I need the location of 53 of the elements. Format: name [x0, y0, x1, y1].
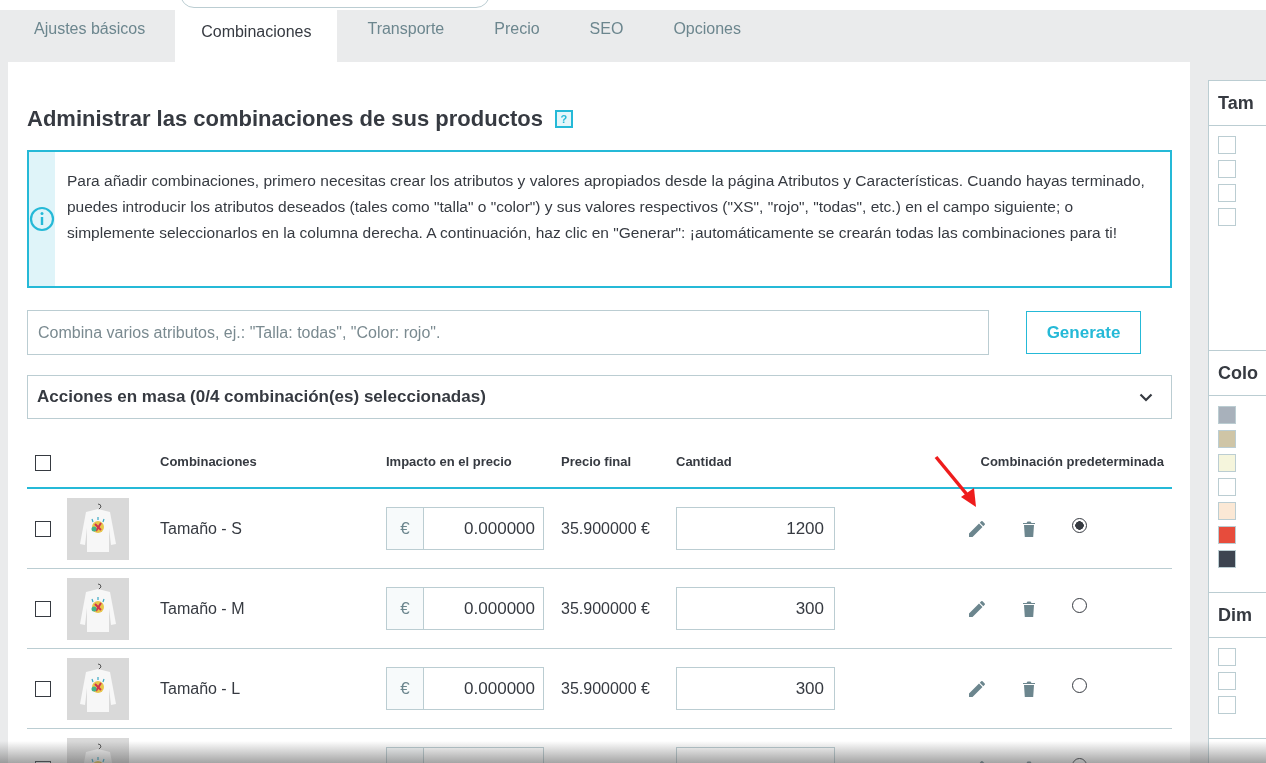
attribute-checkbox[interactable]	[1218, 136, 1236, 154]
quantity-field[interactable]: 300	[676, 667, 835, 710]
info-text: Para añadir combinaciones, primero necesitas crear los atributos y valores apropiados desde la página Atributos y Características. Cuando hayas terminado, puedes introducir los atributos deseados (tales como "talla" o "color") y sus valores respectivos ("XS", "rojo", "todas", etc.) en el campo siguiente; o simplemente seleccionarlos en la columna derecha. A continuación, haz clic en "Generar": ¡automáticamente se crearán todas las combinaciones para ti!	[66, 171, 1146, 243]
bulk-actions-dropdown[interactable]: Acciones en masa (0/4 combinación(es) seleccionadas)	[27, 375, 1172, 419]
quantity-field[interactable]: 300	[676, 587, 835, 630]
attribute-checkbox[interactable]	[1218, 648, 1236, 666]
attribute-group-title: Dim	[1218, 604, 1252, 626]
row-checkbox[interactable]	[35, 680, 51, 697]
color-swatch[interactable]	[1218, 550, 1236, 568]
row-checkbox[interactable]	[35, 600, 51, 617]
select-all-checkbox[interactable]	[35, 455, 51, 471]
attribute-checkbox[interactable]	[1218, 160, 1236, 178]
trash-icon[interactable]	[1022, 599, 1036, 618]
color-swatch[interactable]	[1218, 502, 1236, 520]
price-impact-field[interactable]: € 0.000000	[386, 507, 544, 550]
row-checkbox[interactable]	[35, 520, 51, 537]
edit-icon[interactable]	[968, 599, 986, 618]
edit-icon[interactable]	[968, 679, 986, 698]
combination-name: Tamaño - M	[160, 599, 245, 617]
final-price: 35.900000 €	[561, 679, 650, 697]
final-price: 35.900000 €	[561, 519, 650, 537]
color-swatch[interactable]	[1218, 478, 1236, 496]
color-swatch[interactable]	[1218, 430, 1236, 448]
attribute-checkbox[interactable]	[1218, 696, 1236, 714]
bulk-actions-label: Acciones en masa (0/4 combinación(es) seleccionadas)	[37, 387, 486, 407]
default-radio[interactable]	[1072, 678, 1087, 693]
column-header: Combinación predeterminada	[980, 453, 1164, 469]
trash-icon[interactable]	[1022, 519, 1036, 538]
color-swatch[interactable]	[1218, 406, 1236, 424]
column-header: Precio final	[561, 453, 632, 469]
price-impact-field[interactable]: € 0.000000	[386, 667, 544, 710]
column-header: Combinaciones	[160, 453, 257, 469]
trash-icon[interactable]	[1022, 679, 1036, 698]
combination-name: Tamaño - S	[160, 519, 242, 537]
combination-name: Tamaño - L	[160, 679, 241, 697]
edit-icon[interactable]	[968, 519, 986, 538]
column-header: Cantidad	[676, 453, 732, 469]
tab[interactable]: Combinaciones	[175, 10, 338, 62]
section-title: Administrar las combinaciones de sus productos	[27, 106, 543, 132]
default-radio[interactable]	[1072, 518, 1087, 533]
attribute-input-field[interactable]: Combina varios atributos, ej.: "Talla: todas", "Color: rojo".	[27, 310, 989, 355]
color-swatch[interactable]	[1218, 526, 1236, 544]
default-radio[interactable]	[1072, 598, 1087, 613]
attribute-checkbox[interactable]	[1218, 208, 1236, 226]
attribute-group-title: Tam	[1218, 92, 1254, 114]
column-header: Impacto en el precio	[386, 453, 512, 469]
final-price: 35.900000 €	[561, 599, 650, 617]
attribute-group-title: Colo	[1218, 362, 1258, 384]
attribute-checkbox[interactable]	[1218, 184, 1236, 202]
color-swatch[interactable]	[1218, 454, 1236, 472]
attribute-checkbox[interactable]	[1218, 672, 1236, 690]
quantity-field[interactable]: 1200	[676, 507, 835, 550]
price-impact-field[interactable]: € 0.000000	[386, 587, 544, 630]
